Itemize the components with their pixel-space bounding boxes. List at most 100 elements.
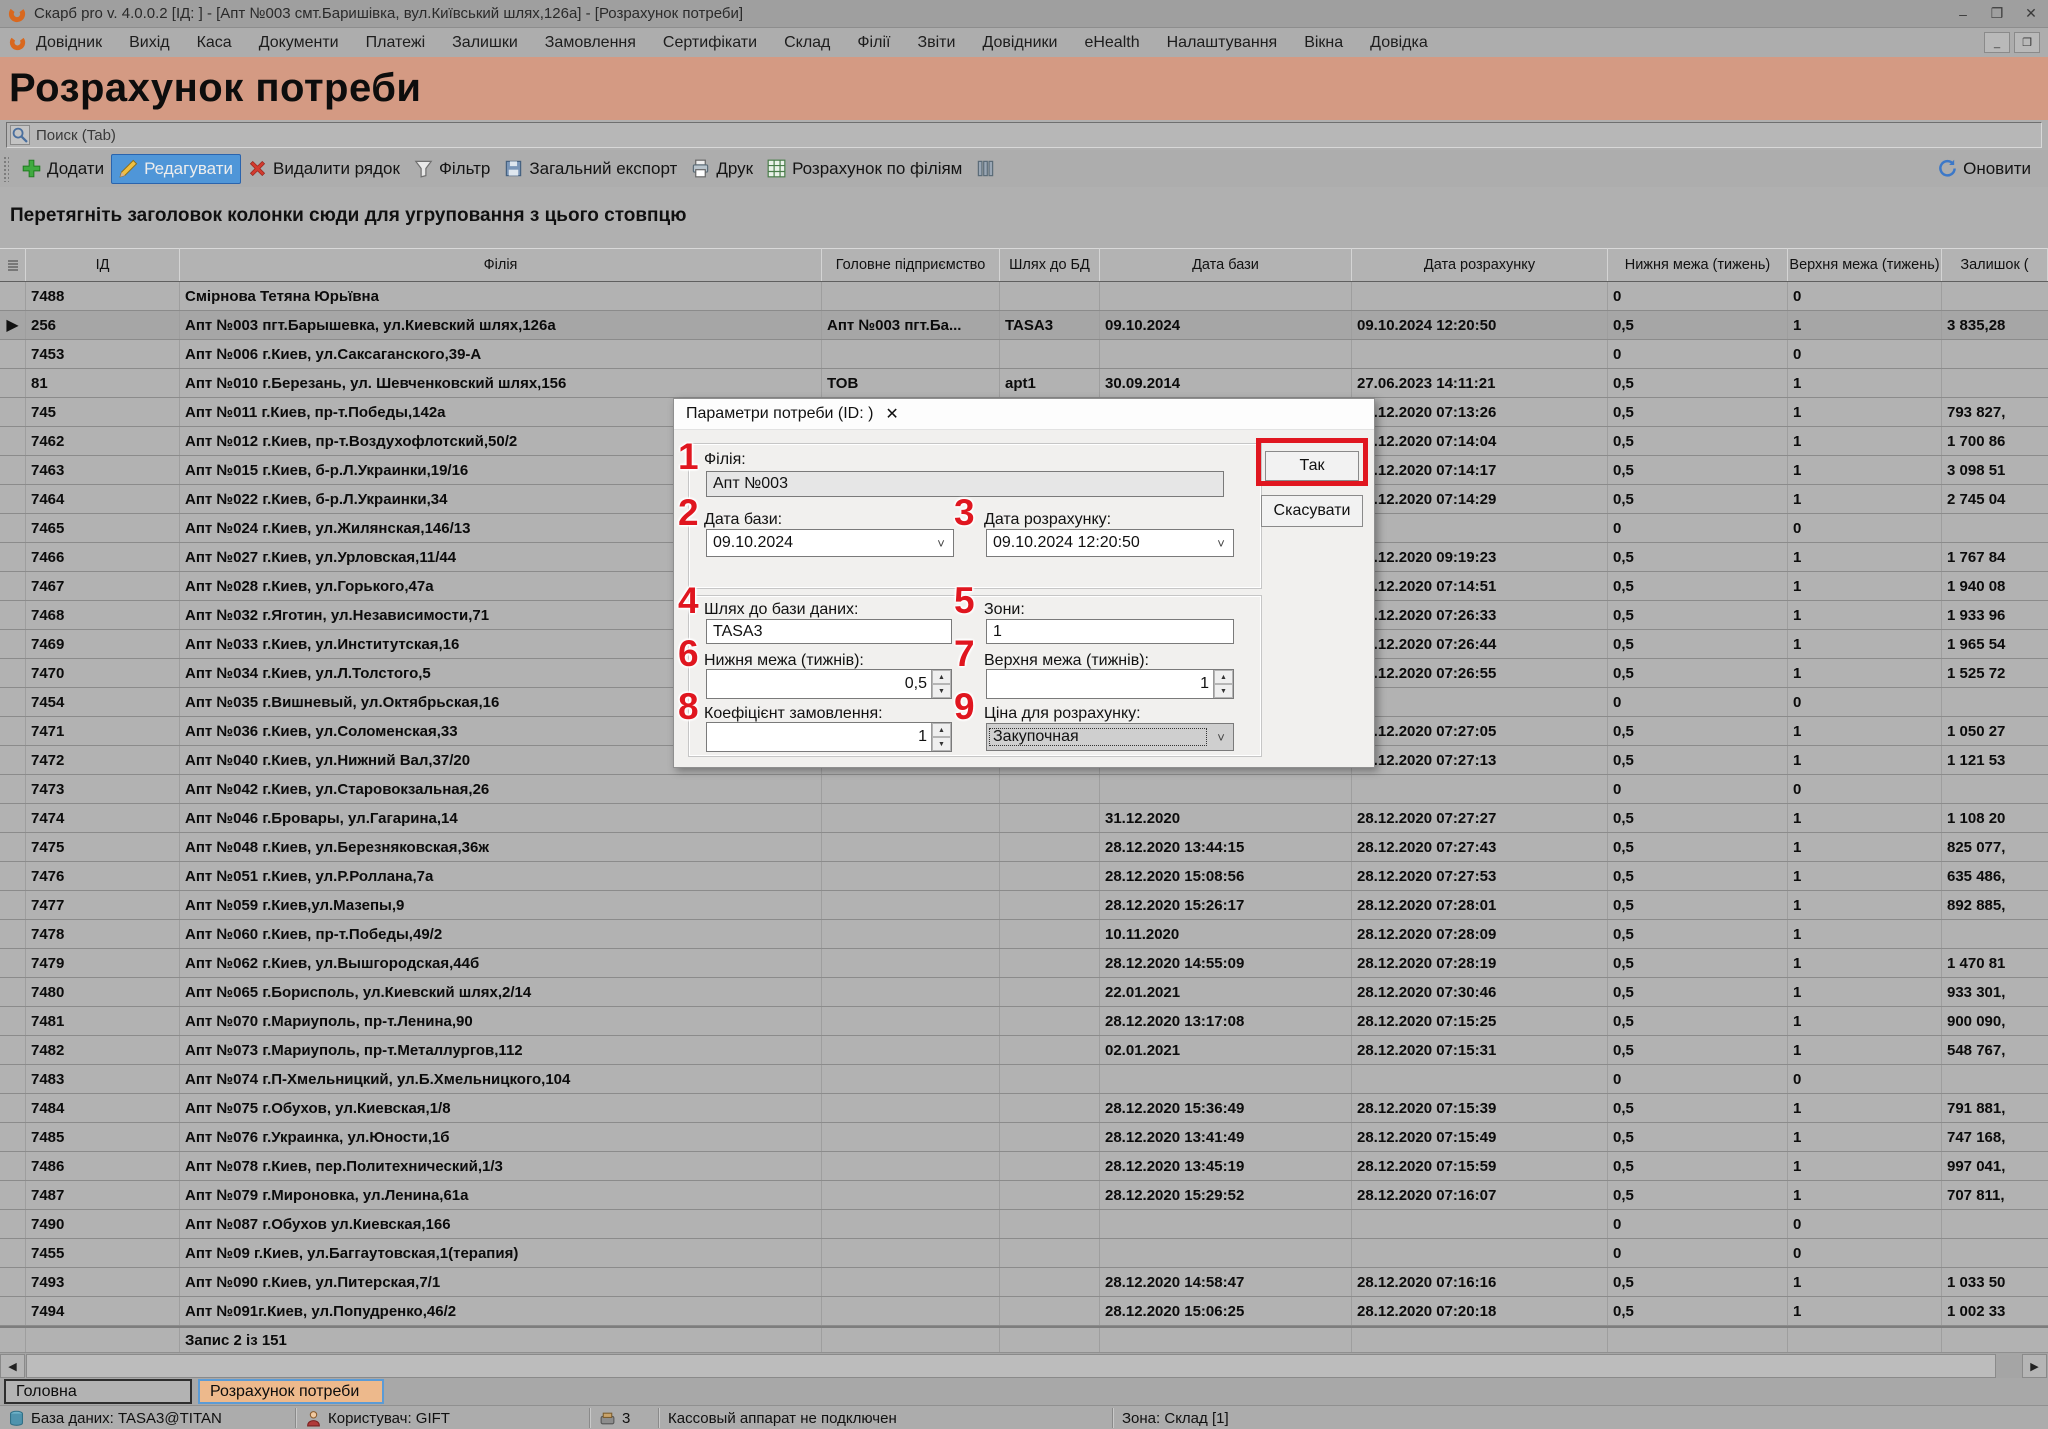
grid-corner-icon[interactable] bbox=[0, 248, 26, 281]
spinner-up-icon[interactable]: ▲ bbox=[1214, 670, 1233, 684]
low-limit-stepper[interactable]: 0,5 ▲▼ bbox=[706, 669, 952, 699]
menu-item-5[interactable]: Залишки bbox=[452, 34, 518, 52]
tab-calculation[interactable]: Розрахунок потреби bbox=[198, 1379, 384, 1404]
menu-item-0[interactable]: Довідник bbox=[36, 34, 102, 52]
table-row[interactable]: 7493Апт №090 г.Киев, ул.Питерская,7/128.… bbox=[0, 1268, 2048, 1297]
dialog-close-icon[interactable]: ✕ bbox=[885, 404, 898, 424]
scroll-right-icon[interactable]: ▶ bbox=[2022, 1354, 2047, 1378]
spinner-down-icon[interactable]: ▼ bbox=[932, 684, 951, 698]
minimize-icon[interactable]: – bbox=[1946, 1, 1980, 26]
tab-home[interactable]: Головна bbox=[4, 1379, 192, 1404]
scrollbar-thumb[interactable] bbox=[26, 1354, 1996, 1378]
delete-row-button[interactable]: Видалити рядок bbox=[241, 155, 407, 183]
cell-filia: Апт №046 г.Бровары, ул.Гагарина,14 bbox=[180, 804, 822, 832]
chevron-down-icon[interactable]: ˅ bbox=[1209, 536, 1233, 551]
menu-item-6[interactable]: Замовлення bbox=[545, 34, 636, 52]
search-box[interactable] bbox=[6, 122, 2042, 148]
dialog-title-bar[interactable]: Параметри потреби (ID: ) ✕ bbox=[674, 399, 1374, 430]
table-row[interactable]: ▶256Апт №003 пгт.Барышевка, ул.Киевский … bbox=[0, 311, 2048, 340]
chevron-down-icon[interactable]: ˅ bbox=[929, 536, 953, 551]
db-path-field[interactable]: TASA3 bbox=[706, 619, 952, 644]
column-header-1[interactable]: Філія bbox=[180, 248, 822, 281]
column-header-2[interactable]: Головне підприємство bbox=[822, 248, 1000, 281]
table-row[interactable]: 7480Апт №065 г.Борисполь, ул.Киевский шл… bbox=[0, 978, 2048, 1007]
column-header-5[interactable]: Дата розрахунку bbox=[1352, 248, 1608, 281]
toolbar-grip[interactable] bbox=[3, 156, 9, 182]
menu-item-10[interactable]: Звіти bbox=[917, 34, 955, 52]
cell-date_calc: 09.10.2024 12:20:50 bbox=[1352, 311, 1608, 339]
menu-item-12[interactable]: eHealth bbox=[1084, 34, 1139, 52]
mdi-minimize-icon[interactable]: _ bbox=[1984, 32, 2010, 53]
group-by-panel[interactable]: Перетягніть заголовок колонки сюди для у… bbox=[0, 187, 2048, 248]
table-row[interactable]: 7494Апт №091г.Киев, ул.Попудренко,46/228… bbox=[0, 1297, 2048, 1326]
table-row[interactable]: 7453Апт №006 г.Киев, ул.Саксаганского,39… bbox=[0, 340, 2048, 369]
export-button[interactable]: Загальний експорт bbox=[497, 155, 684, 183]
menu-item-14[interactable]: Вікна bbox=[1304, 34, 1343, 52]
table-row[interactable]: 7455Апт №09 г.Киев, ул.Баггаутовская,1(т… bbox=[0, 1239, 2048, 1268]
table-row[interactable]: 7484Апт №075 г.Обухов, ул.Киевская,1/828… bbox=[0, 1094, 2048, 1123]
table-row[interactable]: 7483Апт №074 г.П-Хмельницкий, ул.Б.Хмель… bbox=[0, 1065, 2048, 1094]
spinner-down-icon[interactable]: ▼ bbox=[932, 737, 951, 751]
cell-high: 1 bbox=[1788, 659, 1942, 687]
table-row[interactable]: 81Апт №010 г.Березань, ул. Шевченковский… bbox=[0, 369, 2048, 398]
table-row[interactable]: 7476Апт №051 г.Киев, ул.Р.Роллана,7а28.1… bbox=[0, 862, 2048, 891]
high-limit-label: Верхня межа (тижнів): bbox=[984, 652, 1149, 670]
cell-id: 7453 bbox=[26, 340, 180, 368]
column-header-0[interactable]: ІД bbox=[26, 248, 180, 281]
table-row[interactable]: 7481Апт №070 г.Мариуполь, пр-т.Ленина,90… bbox=[0, 1007, 2048, 1036]
edit-button[interactable]: Редагувати bbox=[111, 154, 241, 184]
spinner-up-icon[interactable]: ▲ bbox=[932, 723, 951, 737]
menu-item-15[interactable]: Довідка bbox=[1370, 34, 1428, 52]
close-icon[interactable]: ✕ bbox=[2014, 1, 2048, 26]
table-row[interactable]: 7482Апт №073 г.Мариуполь, пр-т.Металлург… bbox=[0, 1036, 2048, 1065]
mdi-restore-icon[interactable]: ❐ bbox=[2014, 32, 2040, 53]
cell-high: 1 bbox=[1788, 1036, 1942, 1064]
columns-button[interactable] bbox=[969, 155, 1002, 182]
column-header-3[interactable]: Шлях до БД bbox=[1000, 248, 1100, 281]
date-base-combo[interactable]: 09.10.2024˅ bbox=[706, 529, 954, 557]
column-header-4[interactable]: Дата бази bbox=[1100, 248, 1352, 281]
cancel-button[interactable]: Скасувати bbox=[1261, 495, 1363, 527]
low-limit-label: Нижня межа (тижнів): bbox=[704, 652, 864, 670]
menu-item-11[interactable]: Довідники bbox=[982, 34, 1057, 52]
menu-item-9[interactable]: Філії bbox=[857, 34, 890, 52]
zones-field[interactable]: 1 bbox=[986, 619, 1234, 644]
column-header-7[interactable]: Верхня межа (тижень) bbox=[1788, 248, 1942, 281]
table-row[interactable]: 7479Апт №062 г.Киев, ул.Вышгородская,44б… bbox=[0, 949, 2048, 978]
column-header-6[interactable]: Нижня межа (тижень) bbox=[1608, 248, 1788, 281]
order-coef-stepper[interactable]: 1 ▲▼ bbox=[706, 722, 952, 752]
chevron-down-icon[interactable]: ˅ bbox=[1209, 730, 1233, 745]
scroll-left-icon[interactable]: ◀ bbox=[0, 1354, 25, 1378]
table-row[interactable]: 7473Апт №042 г.Киев, ул.Старовокзальная,… bbox=[0, 775, 2048, 804]
menu-item-4[interactable]: Платежі bbox=[366, 34, 426, 52]
date-calc-combo[interactable]: 09.10.2024 12:20:50˅ bbox=[986, 529, 1234, 557]
table-row[interactable]: 7477Апт №059 г.Киев,ул.Мазепы,928.12.202… bbox=[0, 891, 2048, 920]
menu-item-1[interactable]: Вихід bbox=[129, 34, 170, 52]
table-row[interactable]: 7475Апт №048 г.Киев, ул.Березняковская,3… bbox=[0, 833, 2048, 862]
print-button[interactable]: Друк bbox=[684, 155, 760, 183]
filter-button[interactable]: Фільтр bbox=[407, 155, 497, 183]
table-row[interactable]: 7486Апт №078 г.Киев, пер.Политехнический… bbox=[0, 1152, 2048, 1181]
table-row[interactable]: 7474Апт №046 г.Бровары, ул.Гагарина,1431… bbox=[0, 804, 2048, 833]
column-header-8[interactable]: Залишок ( bbox=[1942, 248, 2048, 281]
menu-item-2[interactable]: Каса bbox=[197, 34, 232, 52]
calc-by-branches-button[interactable]: Розрахунок по філіям bbox=[760, 155, 969, 183]
menu-item-13[interactable]: Налаштування bbox=[1167, 34, 1278, 52]
spinner-up-icon[interactable]: ▲ bbox=[932, 670, 951, 684]
menu-item-7[interactable]: Сертифікати bbox=[663, 34, 757, 52]
table-row[interactable]: 7490Апт №087 г.Обухов ул.Киевская,16600 bbox=[0, 1210, 2048, 1239]
add-button[interactable]: Додати bbox=[15, 155, 111, 183]
table-row[interactable]: 7488Смірнова Тетяна Юрьївна00 bbox=[0, 282, 2048, 311]
horizontal-scrollbar[interactable]: ◀ ▶ bbox=[0, 1352, 2048, 1379]
high-limit-stepper[interactable]: 1 ▲▼ bbox=[986, 669, 1234, 699]
table-row[interactable]: 7485Апт №076 г.Украинка, ул.Юности,1б28.… bbox=[0, 1123, 2048, 1152]
menu-item-8[interactable]: Склад bbox=[784, 34, 830, 52]
menu-item-3[interactable]: Документи bbox=[259, 34, 339, 52]
refresh-button[interactable]: Оновити bbox=[1931, 155, 2038, 183]
spinner-down-icon[interactable]: ▼ bbox=[1214, 684, 1233, 698]
maximize-icon[interactable]: ❐ bbox=[1980, 1, 2014, 26]
search-input[interactable] bbox=[34, 126, 2041, 145]
price-type-combo[interactable]: Закупочная˅ bbox=[986, 723, 1234, 751]
table-row[interactable]: 7478Апт №060 г.Киев, пр-т.Победы,49/210.… bbox=[0, 920, 2048, 949]
table-row[interactable]: 7487Апт №079 г.Мироновка, ул.Ленина,61а2… bbox=[0, 1181, 2048, 1210]
